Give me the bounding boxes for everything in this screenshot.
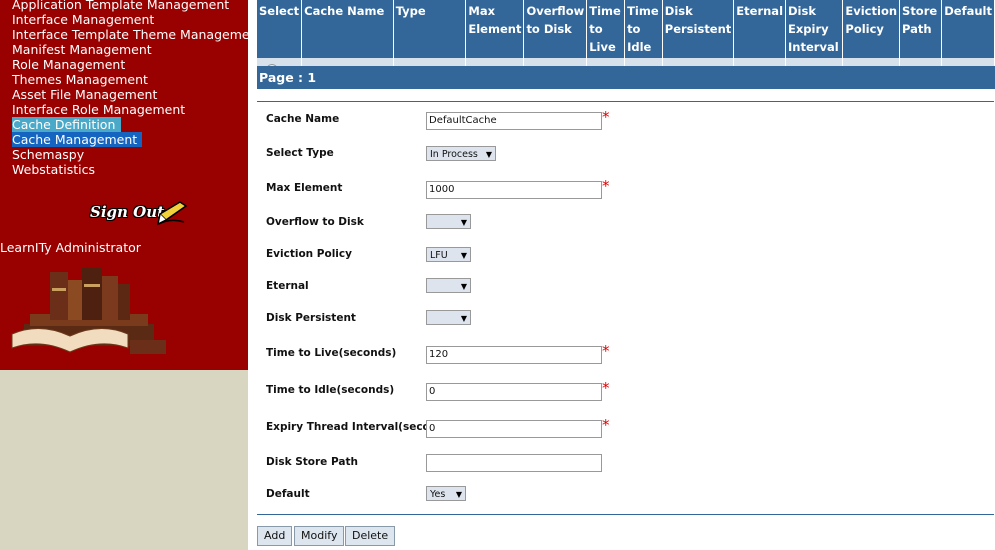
sidebar-nav: Application Template Management Interfac… <box>12 0 248 177</box>
disk-persistent-label: Disk Persistent <box>266 312 356 324</box>
column-header: Max Element <box>465 0 525 58</box>
sidebar-item-webstatistics[interactable]: Webstatistics <box>12 162 248 177</box>
dropdown-arrow-icon: ▼ <box>485 150 492 159</box>
divider <box>257 101 994 102</box>
sidebar-item-role-management[interactable]: Role Management <box>12 57 248 72</box>
add-button[interactable]: Add <box>257 526 293 546</box>
required-mark: * <box>602 342 610 360</box>
divider <box>257 514 994 515</box>
signout-pen-icon <box>156 201 188 226</box>
eviction-policy-dropdown[interactable]: LFU ▼ <box>426 247 471 262</box>
sidebar-item-interface-template-theme-management[interactable]: Interface Template Theme Management <box>12 27 248 42</box>
eternal-dropdown[interactable]: ▼ <box>426 278 471 293</box>
select-type-label: Select Type <box>266 147 334 159</box>
eviction-policy-value: LFU <box>430 250 448 261</box>
max-element-label: Max Element <box>266 182 343 194</box>
required-mark: * <box>602 108 610 126</box>
required-mark: * <box>602 379 610 397</box>
time-to-live-label: Time to Live(seconds) <box>266 347 397 359</box>
sidebar-item-application-template-management[interactable]: Application Template Management <box>12 0 248 12</box>
column-header: Time to Live <box>586 0 626 58</box>
books-illustration <box>11 268 166 354</box>
sidebar-item-themes-management[interactable]: Themes Management <box>12 72 248 87</box>
signout-link[interactable]: Sign Out <box>90 196 190 232</box>
modify-button[interactable]: Modify <box>294 526 345 546</box>
column-header: Default <box>941 0 995 58</box>
column-header: Select <box>257 0 303 58</box>
column-header: Disk Persistent <box>662 0 735 58</box>
dropdown-arrow-icon: ▼ <box>460 282 467 291</box>
sidebar: Application Template Management Interfac… <box>0 0 248 370</box>
cache-name-label: Cache Name <box>266 113 340 125</box>
disk-store-path-label: Disk Store Path <box>266 456 358 468</box>
column-header: Store Path <box>899 0 943 58</box>
required-mark: * <box>602 416 610 434</box>
page-indicator: Page : 1 <box>257 66 995 89</box>
dropdown-arrow-icon: ▼ <box>460 251 467 260</box>
time-to-live-input[interactable]: 120 <box>426 346 602 364</box>
default-label: Default <box>266 488 310 500</box>
overflow-to-disk-label: Overflow to Disk <box>266 216 364 228</box>
overflow-to-disk-dropdown[interactable]: ▼ <box>426 214 471 229</box>
column-header: Type <box>393 0 467 58</box>
sidebar-item-schemaspy[interactable]: Schemaspy <box>12 147 248 162</box>
user-label: LearnITy Administrator <box>0 240 141 255</box>
sidebar-item-interface-management[interactable]: Interface Management <box>12 12 248 27</box>
select-type-value: In Process <box>430 149 478 160</box>
disk-store-path-input[interactable] <box>426 454 602 472</box>
eternal-label: Eternal <box>266 280 309 292</box>
default-dropdown[interactable]: Yes ▼ <box>426 486 466 501</box>
column-header: Overflow to Disk <box>523 0 588 58</box>
table-header-row: Select Cache Name Type Max Element Overf… <box>257 0 995 58</box>
delete-button[interactable]: Delete <box>345 526 396 546</box>
column-header: Eviction Policy <box>842 0 901 58</box>
column-header: Time to Idle <box>624 0 663 58</box>
dropdown-arrow-icon: ▼ <box>460 314 467 323</box>
time-to-idle-label: Time to Idle(seconds) <box>266 384 395 396</box>
signout-label: Sign Out <box>90 203 165 221</box>
column-header: Eternal <box>733 0 787 58</box>
sidebar-item-asset-file-management[interactable]: Asset File Management <box>12 87 248 102</box>
time-to-idle-input[interactable]: 0 <box>426 383 602 401</box>
column-header: Disk Expiry Interval <box>785 0 844 58</box>
sidebar-item-manifest-management[interactable]: Manifest Management <box>12 42 248 57</box>
eviction-policy-label: Eviction Policy <box>266 248 352 260</box>
sidebar-item-interface-role-management[interactable]: Interface Role Management <box>12 102 248 117</box>
sidebar-item-cache-management[interactable]: Cache Management <box>12 132 142 147</box>
sidebar-footer-area <box>0 370 248 550</box>
max-element-input[interactable]: 1000 <box>426 181 602 199</box>
required-mark: * <box>602 177 610 195</box>
disk-persistent-dropdown[interactable]: ▼ <box>426 310 471 325</box>
expiry-thread-interval-input[interactable]: 0 <box>426 420 602 438</box>
cache-name-input[interactable]: DefaultCache <box>426 112 602 130</box>
dropdown-arrow-icon: ▼ <box>460 218 467 227</box>
column-header: Cache Name <box>301 0 394 58</box>
sidebar-item-cache-definition[interactable]: Cache Definition <box>12 117 121 132</box>
default-value: Yes <box>430 489 446 500</box>
select-type-dropdown[interactable]: In Process ▼ <box>426 146 496 161</box>
dropdown-arrow-icon: ▼ <box>455 490 462 499</box>
